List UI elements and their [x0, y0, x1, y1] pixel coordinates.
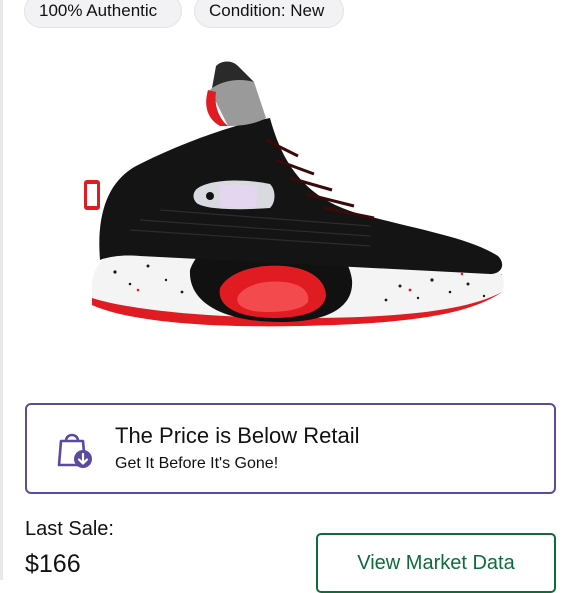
condition-badge-label: Condition: New — [209, 1, 325, 20]
authentic-badge-label: 100% Authentic — [39, 1, 158, 20]
view-market-data-button[interactable]: View Market Data — [316, 533, 556, 593]
banner-subtitle: Get It Before It's Gone! — [115, 455, 279, 472]
last-sale-price: $166 — [25, 550, 81, 578]
condition-badge: Condition: New — [194, 0, 344, 28]
last-sale-label: Last Sale: — [25, 518, 114, 540]
price-below-retail-banner[interactable]: The Price is Below Retail Get It Before … — [25, 403, 556, 494]
banner-title: The Price is Below Retail — [115, 423, 360, 448]
product-image — [84, 61, 504, 327]
page-edge — [0, 0, 3, 580]
authentic-badge: 100% Authentic — [24, 0, 182, 28]
shopping-bag-download-icon — [57, 433, 92, 468]
